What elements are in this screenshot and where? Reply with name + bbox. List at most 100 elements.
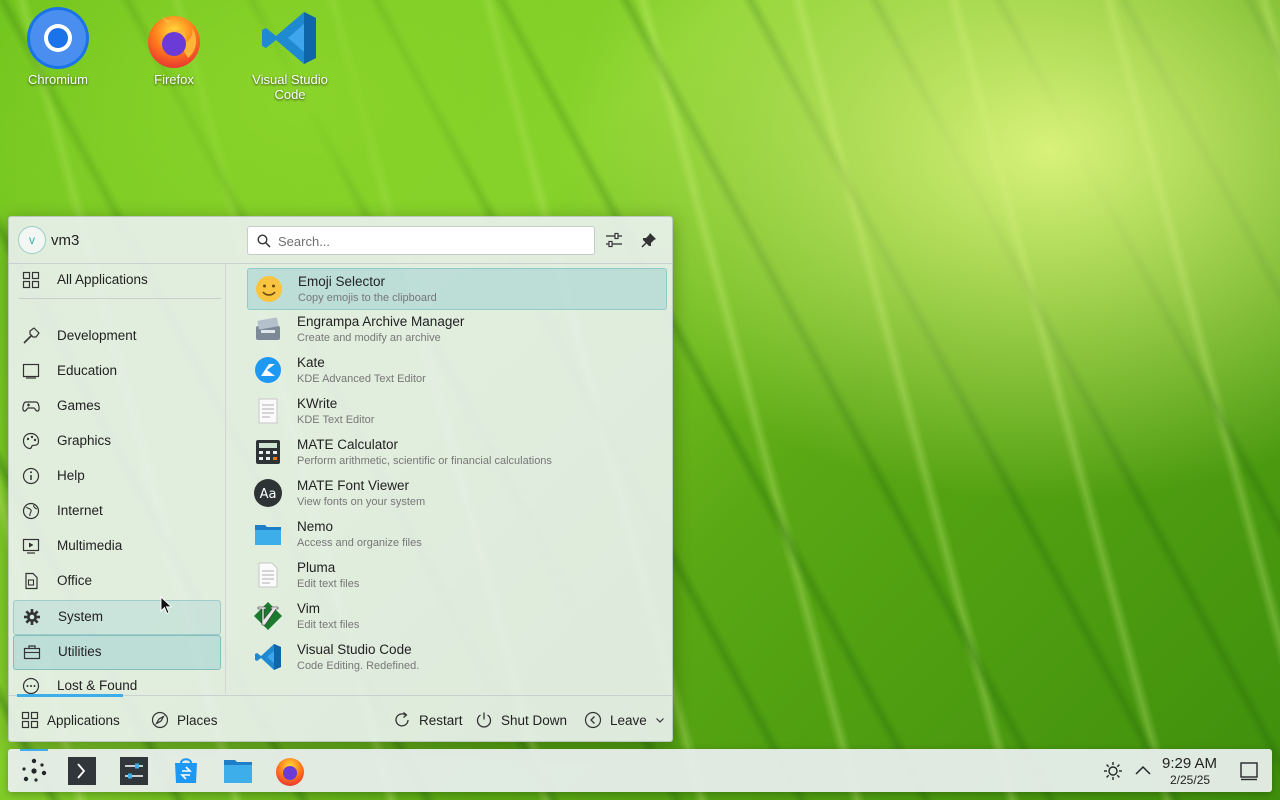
- app-name: Emoji Selector: [298, 274, 386, 289]
- category-development[interactable]: Development: [13, 320, 219, 353]
- restart-button[interactable]: Restart: [393, 710, 463, 730]
- app-name: KWrite: [297, 396, 338, 411]
- desktop-icon-firefox[interactable]: Firefox: [124, 0, 224, 87]
- app-name: Engrampa Archive Manager: [297, 314, 465, 329]
- app-engrampa[interactable]: Engrampa Archive Manager Create and modi…: [247, 309, 665, 349]
- app-description: Create and modify an archive: [297, 332, 441, 344]
- taskbar: 9:29 AM 2/25/25: [8, 749, 1272, 792]
- archive-icon: [256, 317, 280, 340]
- category-label: System: [58, 609, 104, 624]
- app-description: Copy emojis to the clipboard: [298, 292, 437, 304]
- app-description: View fonts on your system: [297, 496, 426, 508]
- app-kate[interactable]: Kate KDE Advanced Text Editor: [247, 350, 665, 390]
- tab-places[interactable]: Places: [151, 710, 218, 730]
- taskbar-settings[interactable]: [118, 755, 150, 787]
- button-label: Leave: [610, 712, 647, 728]
- taskbar-firefox[interactable]: [274, 755, 306, 787]
- app-name: Pluma: [297, 560, 336, 575]
- active-tab-indicator: [17, 694, 123, 697]
- search-icon: [257, 234, 271, 248]
- grid-icon: [21, 711, 39, 729]
- vim-icon: [254, 602, 282, 630]
- taskbar-terminal[interactable]: [66, 755, 98, 787]
- category-office[interactable]: Office: [13, 565, 219, 598]
- category-label: Utilities: [58, 644, 102, 659]
- category-label: Office: [57, 573, 93, 588]
- taskbar-file-manager[interactable]: [222, 755, 254, 787]
- app-emoji-selector[interactable]: Emoji Selector Copy emojis to the clipbo…: [247, 268, 667, 310]
- category-divider: [19, 298, 221, 299]
- pin-icon: [641, 233, 656, 248]
- app-nemo[interactable]: Nemo Access and organize files: [247, 514, 665, 554]
- category-list: All Applications Development Education G…: [9, 264, 225, 695]
- category-label: Development: [57, 328, 137, 343]
- shutdown-button[interactable]: Shut Down: [475, 710, 567, 730]
- sliders-icon: [606, 232, 622, 248]
- power-icon: [476, 712, 492, 728]
- system-tray-expand-button[interactable]: [1132, 760, 1154, 782]
- restart-icon: [395, 712, 409, 727]
- category-multimedia[interactable]: Multimedia: [13, 530, 219, 563]
- app-vim[interactable]: Vim Edit text files: [247, 596, 665, 636]
- app-pluma[interactable]: Pluma Edit text files: [247, 555, 665, 595]
- app-description: Perform arithmetic, scientific or financ…: [297, 455, 552, 467]
- search-box[interactable]: [247, 226, 595, 256]
- launcher-header: v vm3: [9, 217, 672, 264]
- emoji-icon: [256, 276, 282, 302]
- taskbar-discover[interactable]: [170, 755, 202, 787]
- category-utilities[interactable]: Utilities: [13, 635, 221, 670]
- category-help[interactable]: Help: [13, 460, 219, 493]
- category-all-applications[interactable]: All Applications: [13, 264, 219, 297]
- desktop-icon-chromium[interactable]: Chromium: [8, 0, 108, 87]
- app-name: Visual Studio Code: [297, 642, 412, 657]
- app-description: KDE Advanced Text Editor: [297, 373, 426, 385]
- brightness-icon: [1104, 762, 1122, 780]
- app-description: Code Editing. Redefined.: [297, 660, 420, 672]
- search-input[interactable]: [276, 227, 590, 256]
- category-games[interactable]: Games: [13, 390, 219, 423]
- username: vm3: [51, 232, 80, 249]
- toolbox-icon: [23, 645, 41, 660]
- category-label: Multimedia: [57, 538, 123, 553]
- app-description: Access and organize files: [297, 537, 422, 549]
- configure-button[interactable]: [601, 227, 627, 253]
- app-kwrite[interactable]: KWrite KDE Text Editor: [247, 391, 665, 431]
- hammer-icon: [23, 327, 40, 344]
- show-desktop-button[interactable]: [1238, 760, 1260, 782]
- brightness-button[interactable]: [1102, 760, 1124, 782]
- leave-icon: [584, 711, 602, 729]
- launcher-button[interactable]: [18, 755, 50, 787]
- folder-icon: [255, 525, 281, 545]
- gear-icon: [24, 609, 40, 625]
- category-internet[interactable]: Internet: [13, 495, 219, 528]
- chromium-icon: [26, 6, 90, 70]
- clock-date[interactable]: 2/25/25: [1170, 773, 1210, 787]
- app-list: Emoji Selector Copy emojis to the clipbo…: [243, 264, 672, 694]
- app-name: Nemo: [297, 519, 334, 534]
- tab-label: Places: [177, 712, 218, 728]
- help-icon: [22, 467, 40, 485]
- desktop-icon-vscode[interactable]: Visual Studio Code: [240, 0, 340, 102]
- category-graphics[interactable]: Graphics: [13, 425, 219, 458]
- avatar[interactable]: v: [18, 226, 46, 254]
- desktop-icon-label: Visual Studio Code: [252, 72, 328, 102]
- clock-time[interactable]: 9:29 AM: [1162, 755, 1217, 772]
- pluma-icon: [258, 562, 278, 588]
- grid-icon: [22, 271, 40, 289]
- tab-applications[interactable]: Applications: [21, 710, 120, 730]
- category-label: Graphics: [57, 433, 112, 448]
- pin-button[interactable]: [636, 227, 662, 253]
- leave-button[interactable]: Leave: [584, 710, 665, 730]
- app-mate-font-viewer[interactable]: Aa MATE Font Viewer View fonts on your s…: [247, 473, 665, 513]
- calculator-icon: [256, 440, 280, 464]
- category-system[interactable]: System: [13, 600, 221, 635]
- app-description: KDE Text Editor: [297, 414, 375, 426]
- app-vscode[interactable]: Visual Studio Code Code Editing. Redefin…: [247, 637, 665, 677]
- application-launcher: v vm3 Search... All Applications Develop…: [8, 216, 673, 742]
- chevron-up-icon: [1135, 765, 1151, 775]
- app-mate-calculator[interactable]: MATE Calculator Perform arithmetic, scie…: [247, 432, 665, 472]
- settings-icon: [120, 757, 148, 785]
- button-label: Shut Down: [501, 712, 568, 728]
- file-manager-icon: [224, 760, 252, 783]
- category-education[interactable]: Education: [13, 355, 219, 388]
